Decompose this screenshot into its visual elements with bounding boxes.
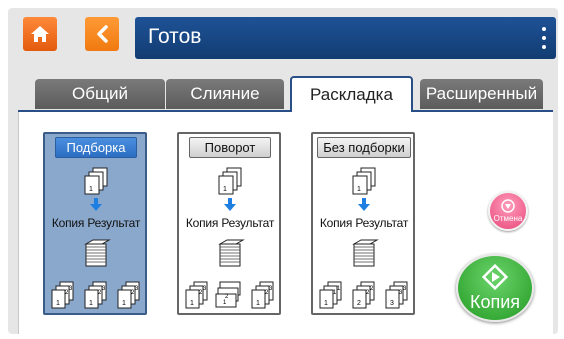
option-rotate-caption: Копия Результат — [185, 216, 275, 230]
svg-text:1: 1 — [256, 300, 260, 307]
home-button[interactable] — [23, 17, 57, 51]
tab-merge[interactable]: Слияние — [166, 79, 284, 109]
tab-general[interactable]: Общий — [35, 79, 165, 109]
svg-text:2: 2 — [357, 300, 361, 307]
start-copy-button[interactable]: Копия — [456, 254, 534, 322]
start-icon — [482, 263, 508, 290]
home-icon — [31, 26, 49, 42]
original-pages-icon: 3 2 1 — [218, 167, 242, 195]
original-pages-icon: 3 2 1 — [352, 167, 376, 195]
option-collate-caption: Копия Результат — [51, 216, 141, 230]
svg-text:1: 1 — [89, 186, 93, 193]
paper-stack-icon — [84, 239, 111, 267]
svg-text:1: 1 — [56, 300, 60, 307]
svg-text:1: 1 — [223, 186, 227, 193]
svg-text:3: 3 — [390, 300, 394, 307]
option-rotate[interactable]: Поворот 3 2 1 Копия Результат 123 12 123 — [177, 132, 281, 315]
back-button[interactable] — [85, 17, 119, 51]
svg-text:1: 1 — [357, 186, 361, 193]
paper-stack-icon — [352, 239, 379, 267]
option-uncollate[interactable]: Без подборки 3 2 1 Копия Результат 111 2… — [311, 132, 415, 315]
copy-label: Копия — [469, 291, 521, 312]
tab-layout[interactable]: Раскладка — [290, 76, 413, 112]
option-uncollate-caption: Копия Результат — [319, 216, 409, 230]
output-sets-icon: 123 12 123 — [185, 281, 274, 309]
paper-stack-icon — [218, 239, 245, 267]
option-rotate-label: Поворот — [189, 137, 271, 158]
option-collate-label: Подборка — [55, 137, 137, 158]
arrow-down-icon — [224, 198, 236, 211]
arrow-down-icon — [358, 198, 370, 211]
output-sets-icon: 111 222 333 — [319, 281, 408, 309]
original-pages-icon: 3 2 1 — [84, 167, 108, 195]
svg-text:1: 1 — [122, 300, 126, 307]
title-bar: Готов — [135, 17, 556, 59]
tab-advanced[interactable]: Расширенный — [420, 79, 543, 109]
cancel-button[interactable]: Отмена — [488, 191, 528, 231]
cancel-icon — [501, 199, 515, 213]
more-menu-icon[interactable] — [541, 27, 547, 49]
chevron-left-icon — [97, 25, 108, 43]
arrow-down-icon — [90, 198, 102, 211]
svg-text:1: 1 — [89, 300, 93, 307]
option-collate[interactable]: Подборка 3 2 1 Копия Результат 123 123 1… — [43, 132, 147, 315]
cancel-label: Отмена — [493, 214, 523, 223]
svg-text:1: 1 — [324, 300, 328, 307]
svg-text:1: 1 — [190, 300, 194, 307]
status-title: Готов — [148, 25, 202, 48]
option-uncollate-label: Без подборки — [317, 137, 411, 158]
output-sets-icon: 123 123 123 — [51, 281, 140, 309]
